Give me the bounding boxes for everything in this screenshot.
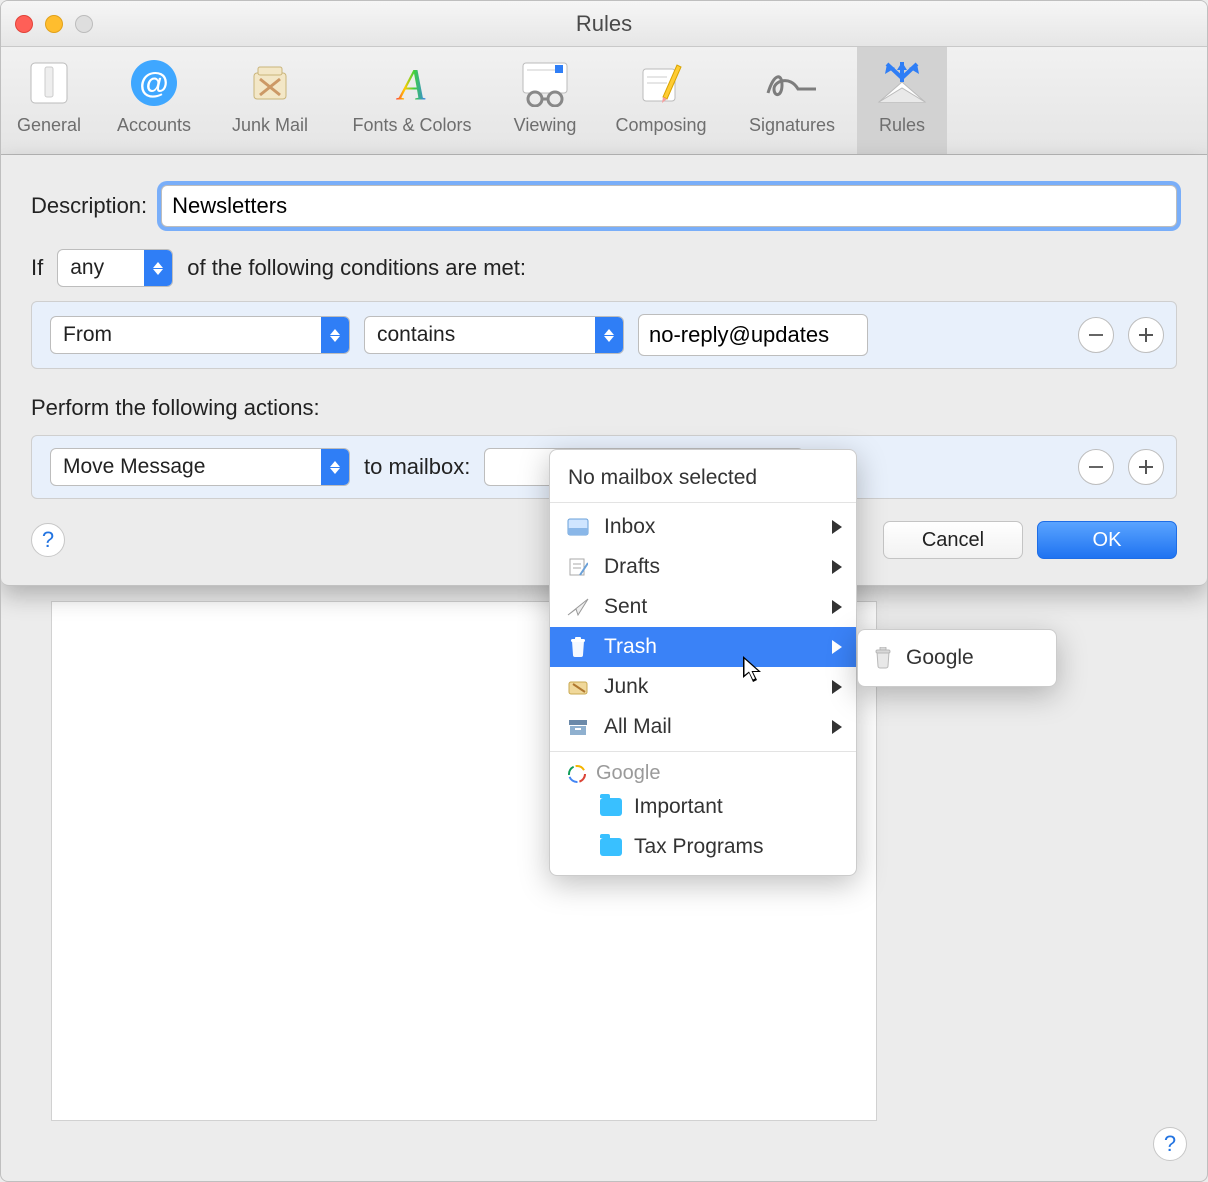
updown-icon (144, 250, 172, 286)
mailbox-popup-menu: No mailbox selected Inbox Drafts Sent Tr… (549, 449, 857, 876)
trash-icon (564, 635, 592, 659)
titlebar: Rules (1, 1, 1207, 47)
submenu-arrow-icon (832, 720, 842, 734)
actions-label: Perform the following actions: (31, 395, 320, 421)
add-condition-button[interactable] (1128, 317, 1164, 353)
remove-condition-button[interactable] (1078, 317, 1114, 353)
condition-field-select[interactable]: From (50, 316, 350, 354)
junk-mail-icon (242, 55, 298, 111)
popup-header[interactable]: No mailbox selected (550, 458, 856, 498)
zoom-window-button[interactable] (75, 15, 93, 33)
match-mode-select[interactable]: any (57, 249, 173, 287)
sent-icon (564, 595, 592, 619)
toolbar-signatures[interactable]: Signatures (727, 47, 857, 154)
updown-icon (595, 317, 623, 353)
if-suffix-label: of the following conditions are met: (187, 255, 526, 281)
rules-icon (874, 55, 930, 111)
fonts-colors-icon: A (384, 55, 440, 111)
submenu-arrow-icon (832, 520, 842, 534)
help-button-window[interactable]: ? (1153, 1127, 1187, 1161)
viewing-icon (517, 55, 573, 111)
folder-icon (600, 798, 622, 816)
if-label: If (31, 255, 43, 281)
remove-action-button[interactable] (1078, 449, 1114, 485)
popup-item-drafts[interactable]: Drafts (550, 547, 856, 587)
toolbar-fonts-colors[interactable]: A Fonts & Colors (329, 47, 495, 154)
submenu-arrow-icon (832, 680, 842, 694)
accounts-icon: @ (126, 55, 182, 111)
separator (550, 751, 856, 752)
submenu-arrow-icon (832, 600, 842, 614)
updown-icon (321, 449, 349, 485)
condition-value-input[interactable] (638, 314, 868, 356)
junk-icon (564, 675, 592, 699)
popup-item-junk[interactable]: Junk (550, 667, 856, 707)
popup-item-inbox[interactable]: Inbox (550, 507, 856, 547)
updown-icon (321, 317, 349, 353)
popup-folder-tax-programs[interactable]: Tax Programs (550, 827, 856, 867)
toolbar-composing[interactable]: Composing (595, 47, 727, 154)
mailbox-submenu: Google (857, 629, 1057, 687)
trash-icon (874, 647, 892, 669)
drafts-icon (564, 555, 592, 579)
ok-button[interactable]: OK (1037, 521, 1177, 559)
inbox-icon (564, 515, 592, 539)
signatures-icon (764, 55, 820, 111)
description-input[interactable] (161, 185, 1177, 227)
minimize-window-button[interactable] (45, 15, 63, 33)
folder-icon (600, 838, 622, 856)
google-icon (568, 765, 586, 783)
action-type-select[interactable]: Move Message (50, 448, 350, 486)
window-controls (15, 15, 93, 33)
toolbar-rules[interactable]: Rules (857, 47, 947, 154)
submenu-arrow-icon (832, 640, 842, 654)
help-icon: ? (1153, 1127, 1187, 1161)
help-button-sheet[interactable]: ? (31, 523, 65, 557)
popup-folder-important[interactable]: Important (550, 787, 856, 827)
conditions-container: From contains (31, 301, 1177, 369)
popup-group-google: Google (550, 756, 856, 787)
preferences-window: Rules General @ Accounts Junk Mail A Fon… (0, 0, 1208, 1182)
popup-item-sent[interactable]: Sent (550, 587, 856, 627)
separator (550, 502, 856, 503)
description-label: Description: (31, 193, 147, 219)
toolbar-general[interactable]: General (1, 47, 97, 154)
submenu-item-google[interactable]: Google (906, 646, 974, 670)
preferences-toolbar: General @ Accounts Junk Mail A Fonts & C… (1, 47, 1207, 155)
popup-item-all-mail[interactable]: All Mail (550, 707, 856, 747)
general-icon (21, 55, 77, 111)
to-mailbox-label: to mailbox: (364, 454, 470, 480)
svg-text:A: A (396, 60, 427, 107)
close-window-button[interactable] (15, 15, 33, 33)
toolbar-viewing[interactable]: Viewing (495, 47, 595, 154)
submenu-arrow-icon (832, 560, 842, 574)
popup-item-trash[interactable]: Trash (550, 627, 856, 667)
toolbar-accounts[interactable]: @ Accounts (97, 47, 211, 154)
condition-operator-select[interactable]: contains (364, 316, 624, 354)
window-title: Rules (1, 11, 1207, 37)
composing-icon (633, 55, 689, 111)
add-action-button[interactable] (1128, 449, 1164, 485)
cancel-button[interactable]: Cancel (883, 521, 1023, 559)
archive-icon (564, 715, 592, 739)
toolbar-junk-mail[interactable]: Junk Mail (211, 47, 329, 154)
svg-text:@: @ (139, 67, 168, 100)
